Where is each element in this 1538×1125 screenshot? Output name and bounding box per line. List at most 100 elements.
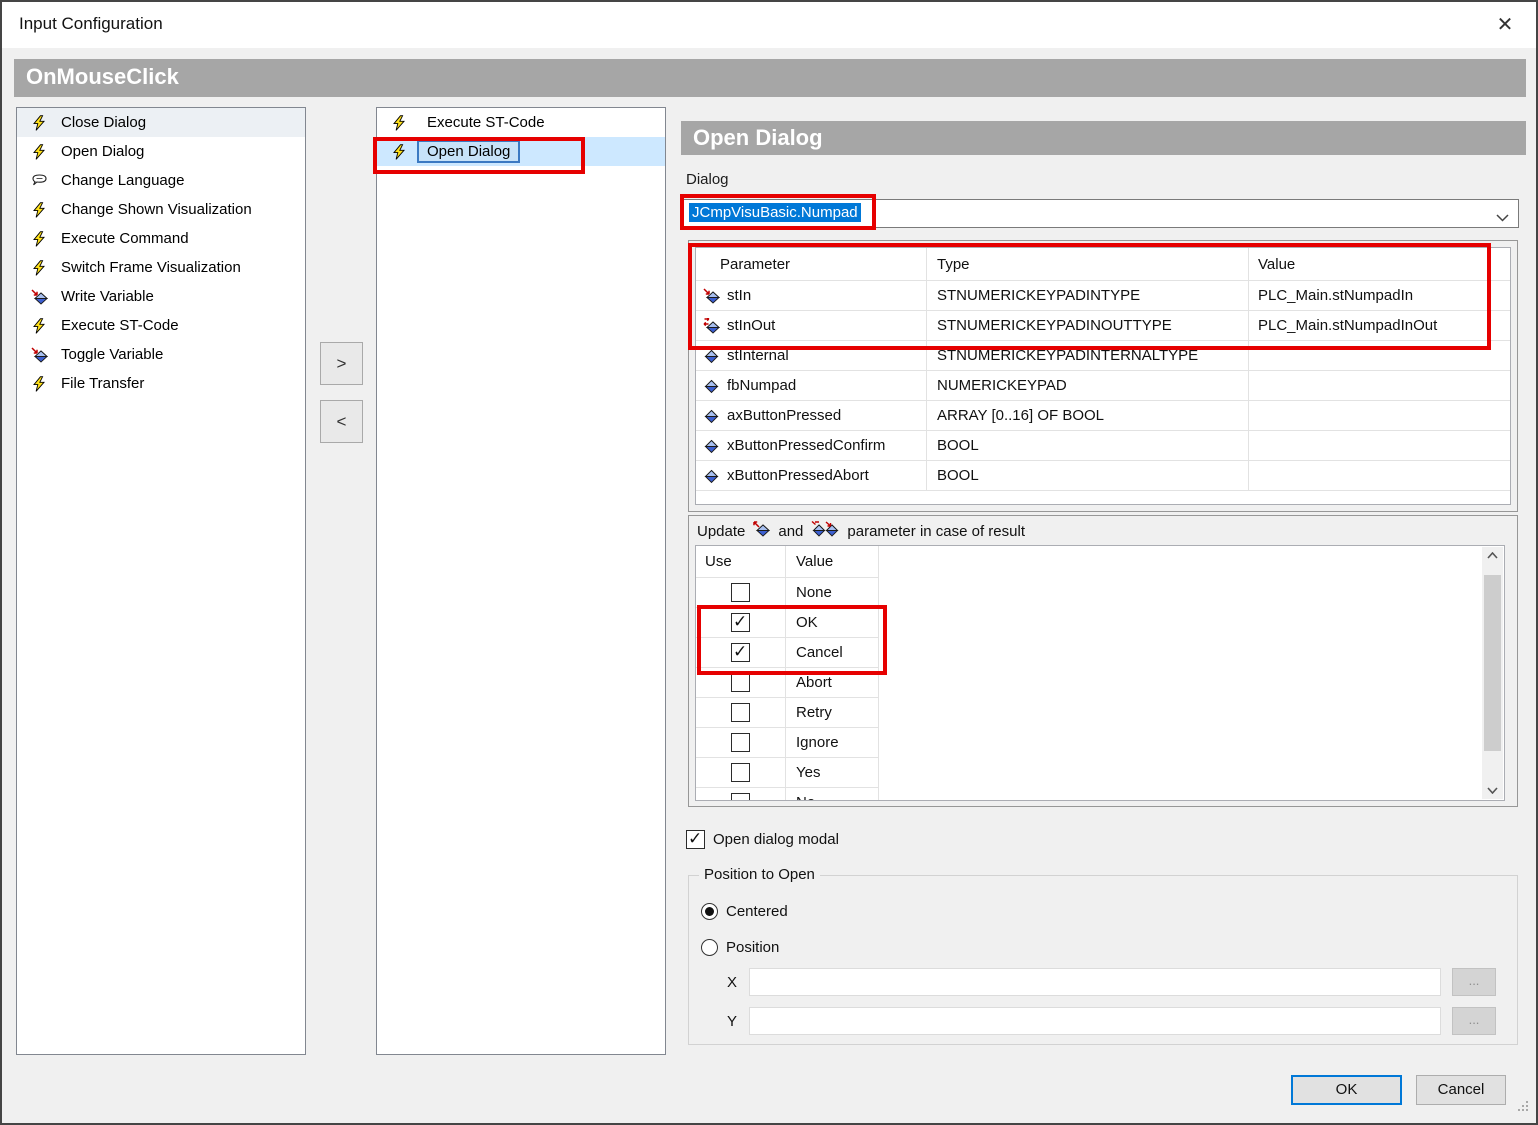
use-checkbox[interactable]: [731, 613, 750, 632]
parameter-row[interactable]: xButtonPressedConfirm BOOL: [696, 431, 1510, 461]
parameter-icon: [703, 288, 725, 304]
update-label-prefix: Update: [697, 523, 745, 540]
input-configuration-dialog: Input Configuration ✕ OnMouseClick Close…: [0, 0, 1538, 1125]
parameter-table: Parameter Type Value stIn STNUMERICKEYPA…: [695, 247, 1511, 505]
parameter-row[interactable]: axButtonPressed ARRAY [0..16] OF BOOL: [696, 401, 1510, 431]
use-checkbox[interactable]: [731, 643, 750, 662]
open-dialog-modal-row: Open dialog modal: [686, 830, 839, 849]
configured-action-label: Open Dialog: [417, 140, 520, 163]
action-icon: [29, 202, 49, 218]
action-list-item[interactable]: Close Dialog: [17, 108, 305, 137]
column-header-parameter: Parameter: [696, 248, 927, 280]
open-dialog-modal-label: Open dialog modal: [713, 831, 839, 848]
close-icon[interactable]: ✕: [1490, 10, 1520, 40]
configured-action-item[interactable]: Open Dialog: [377, 137, 665, 166]
dialog-combobox[interactable]: JCmpVisuBasic.Numpad: [683, 199, 1519, 228]
use-checkbox[interactable]: [731, 793, 750, 801]
action-label: Close Dialog: [61, 114, 146, 131]
use-checkbox[interactable]: [731, 703, 750, 722]
detail-header: Open Dialog: [681, 121, 1526, 155]
parameter-name: stInOut: [727, 317, 775, 334]
parameter-value[interactable]: [1249, 431, 1508, 460]
out-parameter-icon: [753, 521, 770, 541]
scroll-up-icon[interactable]: [1482, 547, 1503, 564]
parameter-value[interactable]: [1249, 341, 1508, 370]
column-header-value: Value: [1249, 248, 1508, 280]
ok-button[interactable]: OK: [1291, 1075, 1402, 1105]
centered-radio[interactable]: [701, 903, 718, 920]
parameter-type: STNUMERICKEYPADINOUTTYPE: [927, 311, 1249, 340]
action-list-item[interactable]: Open Dialog: [17, 137, 305, 166]
action-list-item[interactable]: Write Variable: [17, 282, 305, 311]
parameter-row[interactable]: stInternal STNUMERICKEYPADINTERNALTYPE: [696, 341, 1510, 371]
x-browse-button[interactable]: ...: [1452, 968, 1496, 996]
action-list-item[interactable]: Change Shown Visualization: [17, 195, 305, 224]
action-list-item[interactable]: Execute Command: [17, 224, 305, 253]
parameter-value[interactable]: [1249, 401, 1508, 430]
action-label: Change Shown Visualization: [61, 201, 252, 218]
parameter-type: NUMERICKEYPAD: [927, 371, 1249, 400]
parameter-icon: [703, 378, 725, 394]
result-row: Abort: [696, 668, 879, 698]
column-header-type: Type: [927, 248, 1249, 280]
result-rows: None OK Cancel: [696, 578, 1504, 801]
action-label: Execute Command: [61, 230, 189, 247]
parameter-table-header: Parameter Type Value: [696, 248, 1510, 281]
use-checkbox[interactable]: [731, 733, 750, 752]
parameter-row[interactable]: stInOut STNUMERICKEYPADINOUTTYPE PLC_Mai…: [696, 311, 1510, 341]
parameter-row[interactable]: fbNumpad NUMERICKEYPAD: [696, 371, 1510, 401]
position-y-row: Y ...: [727, 1007, 1496, 1035]
result-table-scrollbar[interactable]: [1482, 547, 1503, 799]
parameter-value[interactable]: PLC_Main.stNumpadInOut: [1249, 311, 1508, 340]
use-checkbox[interactable]: [731, 673, 750, 692]
x-input[interactable]: [749, 968, 1441, 996]
parameter-icon: [703, 468, 725, 484]
result-row: Cancel: [696, 638, 879, 668]
action-list-item[interactable]: File Transfer: [17, 369, 305, 398]
resize-grip[interactable]: [1516, 1099, 1530, 1118]
action-list-item[interactable]: Toggle Variable: [17, 340, 305, 369]
available-actions-list: Close Dialog Open Dialog Change Language…: [16, 107, 306, 1055]
chevron-down-icon[interactable]: [1496, 209, 1509, 227]
use-checkbox[interactable]: [731, 763, 750, 782]
configured-action-item[interactable]: Execute ST-Code: [377, 108, 665, 137]
action-label: Switch Frame Visualization: [61, 259, 241, 276]
parameter-row[interactable]: xButtonPressedAbort BOOL: [696, 461, 1510, 491]
action-list-item[interactable]: Execute ST-Code: [17, 311, 305, 340]
parameter-value[interactable]: PLC_Main.stNumpadIn: [1249, 281, 1508, 310]
parameter-type: ARRAY [0..16] OF BOOL: [927, 401, 1249, 430]
remove-action-button[interactable]: <: [320, 400, 363, 443]
action-icon: [29, 318, 49, 334]
action-icon: [29, 376, 49, 392]
parameter-type: BOOL: [927, 431, 1249, 460]
parameter-name: stIn: [727, 287, 751, 304]
position-to-open-group: Position to Open Centered Position X ...…: [688, 875, 1518, 1045]
parameter-value[interactable]: [1249, 371, 1508, 400]
add-action-button[interactable]: >: [320, 342, 363, 385]
y-browse-button[interactable]: ...: [1452, 1007, 1496, 1035]
action-list-item[interactable]: Change Language: [17, 166, 305, 195]
update-result-label: Update and parameter in case of result: [697, 521, 1025, 541]
open-dialog-modal-checkbox[interactable]: [686, 830, 705, 849]
parameter-value[interactable]: [1249, 461, 1508, 490]
cancel-button[interactable]: Cancel: [1416, 1075, 1506, 1105]
action-list-item[interactable]: Switch Frame Visualization: [17, 253, 305, 282]
result-row: OK: [696, 608, 879, 638]
configured-actions-list: Execute ST-Code Open Dialog: [376, 107, 666, 1055]
y-label: Y: [727, 1013, 749, 1030]
action-label: File Transfer: [61, 375, 144, 392]
scroll-down-icon[interactable]: [1482, 782, 1503, 799]
y-input[interactable]: [749, 1007, 1441, 1035]
action-icon: [389, 115, 409, 131]
result-value: Yes: [786, 758, 879, 787]
dialog-label: Dialog: [686, 171, 729, 188]
result-table: Use Value None OK: [695, 545, 1505, 801]
position-radio[interactable]: [701, 939, 718, 956]
result-row: Yes: [696, 758, 879, 788]
parameter-row[interactable]: stIn STNUMERICKEYPADINTYPE PLC_Main.stNu…: [696, 281, 1510, 311]
result-table-header: Use Value: [696, 546, 879, 578]
action-label: Change Language: [61, 172, 184, 189]
scrollbar-thumb[interactable]: [1484, 575, 1501, 751]
use-checkbox[interactable]: [731, 583, 750, 602]
parameter-type: STNUMERICKEYPADINTYPE: [927, 281, 1249, 310]
